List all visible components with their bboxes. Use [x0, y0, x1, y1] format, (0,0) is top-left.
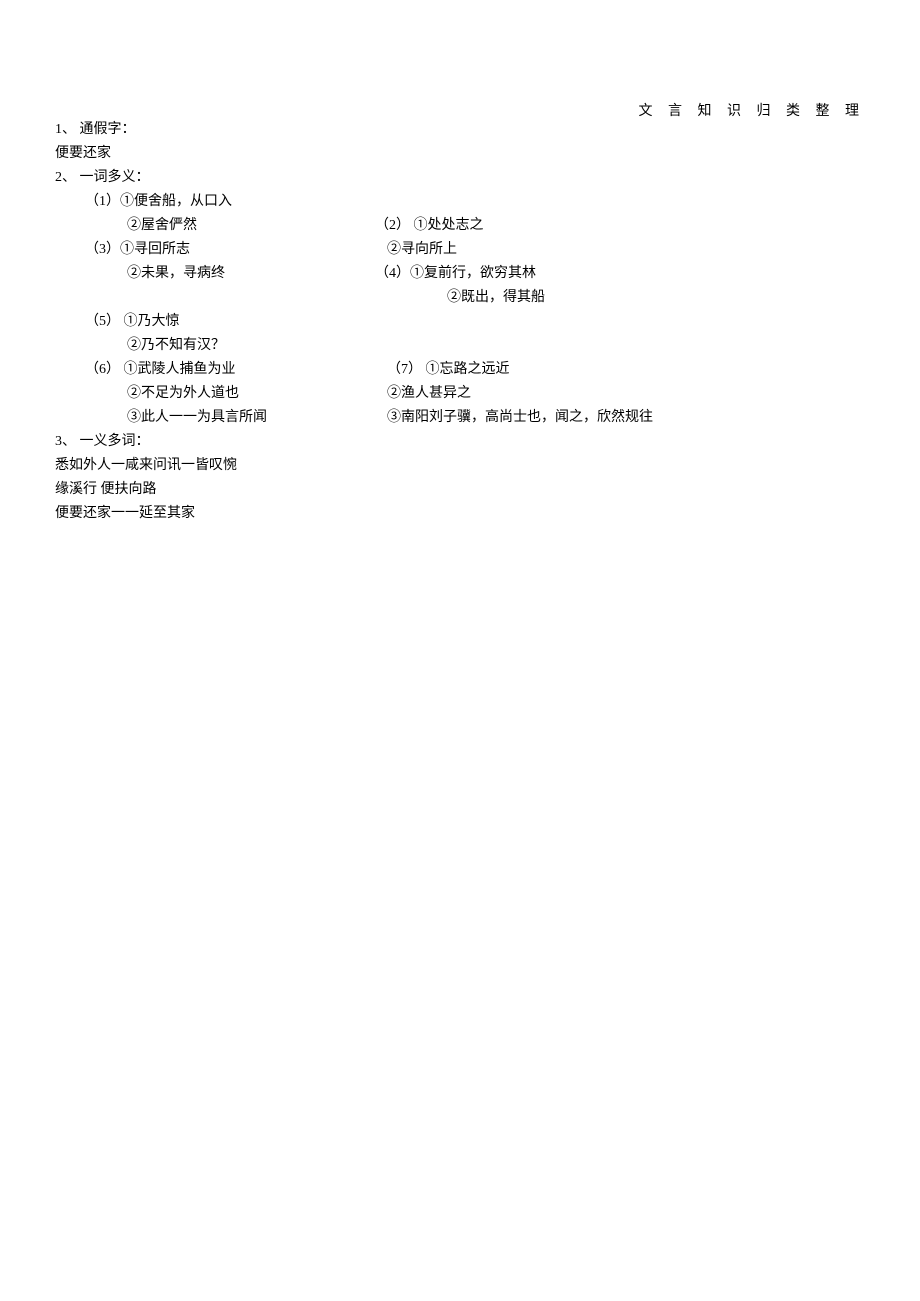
item-4-b: ②既出，得其船	[375, 286, 653, 310]
spacer	[375, 190, 653, 214]
spacer	[375, 334, 653, 358]
item-2-a: （2） ①处处志之	[375, 214, 653, 238]
item-3-a: （3）①寻回所志	[55, 238, 375, 262]
item-5-a: （5） ①乃大惊	[55, 310, 375, 334]
item-6-b: ②不足为外人道也	[55, 382, 375, 406]
item-4-a: （4）①复前行，欲穷其林	[375, 262, 653, 286]
item-5-b: ②乃不知有汉？	[55, 334, 375, 358]
document-body: 1、 通假字： 便要还家 2、 一词多义： （1）①便舍船，从口入 ②屋舍俨然 …	[55, 118, 653, 526]
item-2-b: ②寻向所上	[375, 238, 653, 262]
section-3-heading: 3、 一义多词：	[55, 430, 653, 454]
section-1-heading: 1、 通假字：	[55, 118, 653, 142]
item-6-c: ③此人一一为具言所闻	[55, 406, 375, 430]
section-3-line3: 便要还家一一延至其家	[55, 502, 653, 526]
section-2-heading: 2、 一词多义：	[55, 166, 653, 190]
item-7-b: ②渔人甚异之	[375, 382, 653, 406]
section-3-line2: 缘溪行 便扶向路	[55, 478, 653, 502]
item-1-a: （1）①便舍船，从口入	[55, 190, 375, 214]
section-1-line: 便要还家	[55, 142, 653, 166]
item-6-a: （6） ①武陵人捕鱼为业	[55, 358, 375, 382]
item-1-b: ②屋舍俨然	[55, 214, 375, 238]
item-7-c: ③南阳刘子骥，高尚士也，闻之，欣然规往	[375, 406, 653, 430]
spacer	[375, 310, 653, 334]
item-7-a: （7） ①忘路之远近	[375, 358, 653, 382]
item-3-b: ②未果，寻病终	[55, 262, 375, 286]
section-3-line1: 悉如外人一咸来问讯一皆叹惋	[55, 454, 653, 478]
page-header: 文 言 知 识 归 类 整 理	[639, 100, 866, 120]
